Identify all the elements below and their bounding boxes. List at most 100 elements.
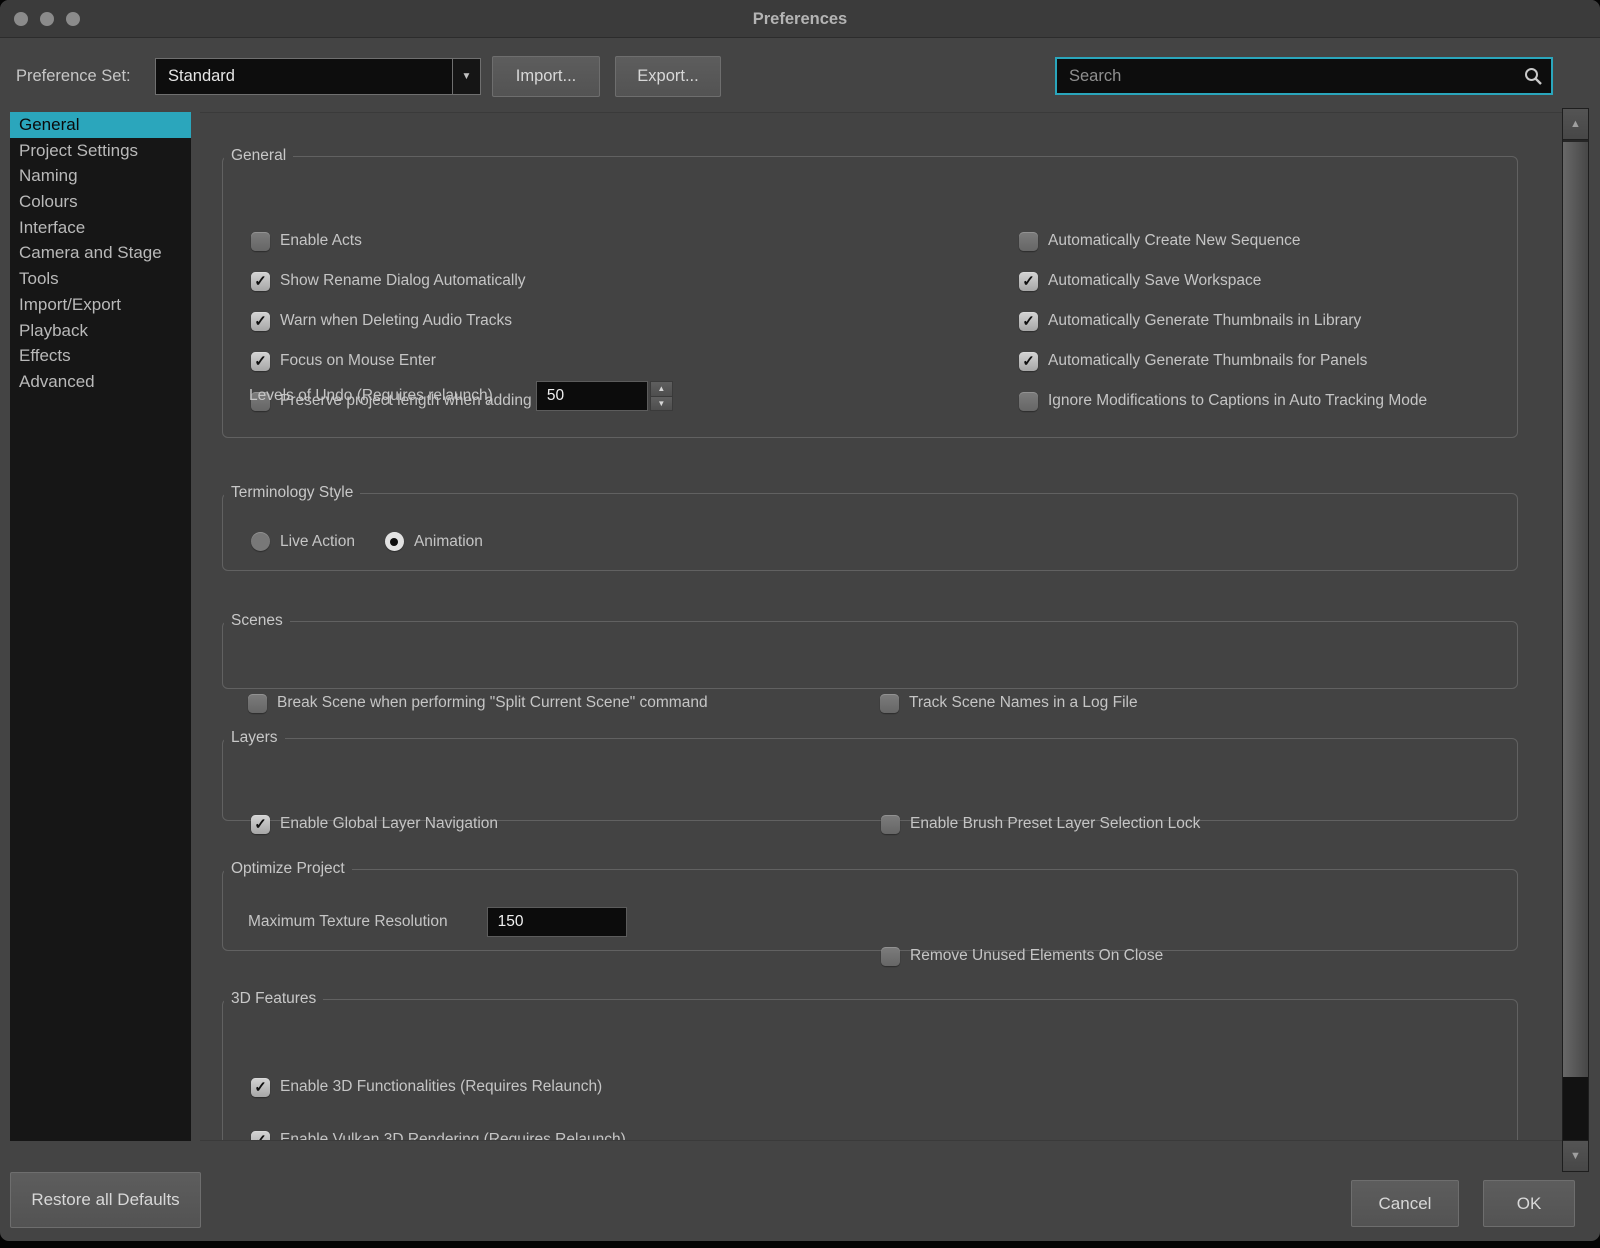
- radio-option-live-action: Live Action: [251, 532, 355, 551]
- checkbox-label: Automatically Generate Thumbnails in Lib…: [1048, 312, 1361, 330]
- sidebar-item-project-settings[interactable]: Project Settings: [10, 138, 191, 164]
- checkbox-row-track-scene-names-in-a-log-file: Track Scene Names in a Log File: [880, 693, 1138, 713]
- terminology-style-section: Terminology Style Live Action Animation: [222, 484, 1518, 571]
- checkbox-label: Warn when Deleting Audio Tracks: [280, 312, 512, 330]
- levels-of-undo-stepper: ▲ ▼: [650, 381, 673, 411]
- 3d-features-section: 3D Features ✓ Enable 3D Functionalities (…: [222, 990, 1518, 1141]
- levels-of-undo-input[interactable]: [536, 381, 648, 411]
- search-icon: [1523, 66, 1543, 86]
- scenes-section-title: Scenes: [224, 612, 290, 630]
- checkbox-label: Show Rename Dialog Automatically: [280, 272, 526, 290]
- checkbox-row-enable-3d-functionalities-requires-relaunch: ✓ Enable 3D Functionalities (Requires Rel…: [251, 1077, 602, 1097]
- titlebar: Preferences: [0, 0, 1600, 38]
- scrollbar-down-button[interactable]: ▼: [1563, 1140, 1588, 1171]
- ok-button[interactable]: OK: [1483, 1180, 1575, 1227]
- sidebar-item-playback[interactable]: Playback: [10, 318, 191, 344]
- checkbox-row-warn-when-deleting-audio-tracks: ✓ Warn when Deleting Audio Tracks: [251, 311, 512, 331]
- layers-section-title: Layers: [224, 729, 285, 747]
- checkbox-automatically-save-workspace[interactable]: ✓: [1019, 272, 1038, 291]
- checkbox-row-automatically-create-new-sequence: Automatically Create New Sequence: [1019, 231, 1300, 251]
- checkbox-enable-brush-preset-layer-selection-lock[interactable]: [881, 815, 900, 834]
- checkbox-label: Remove Unused Elements On Close: [910, 947, 1163, 965]
- checkbox-row-remove-unused-elements-on-close: Remove Unused Elements On Close: [881, 946, 1163, 966]
- import-button[interactable]: Import...: [492, 56, 600, 97]
- optimize-project-section: Optimize Project Maximum Texture Resolut…: [222, 860, 1518, 951]
- checkbox-enable-global-layer-navigation[interactable]: ✓: [251, 815, 270, 834]
- checkbox-row-enable-brush-preset-layer-selection-lock: Enable Brush Preset Layer Selection Lock: [881, 814, 1200, 834]
- general-section: General Enable Acts ✓ Show Rename Dialog A…: [222, 147, 1518, 438]
- checkbox-automatically-generate-thumbnails-in-library[interactable]: ✓: [1019, 312, 1038, 331]
- sidebar-item-import-export[interactable]: Import/Export: [10, 292, 191, 318]
- checkbox-warn-when-deleting-audio-tracks[interactable]: ✓: [251, 312, 270, 331]
- checkbox-automatically-generate-thumbnails-for-panels[interactable]: ✓: [1019, 352, 1038, 371]
- stepper-down-button[interactable]: ▼: [650, 397, 673, 412]
- checkbox-label: Ignore Modifications to Captions in Auto…: [1048, 392, 1427, 410]
- radio-animation[interactable]: [385, 532, 404, 551]
- checkbox-remove-unused-elements-on-close[interactable]: [881, 947, 900, 966]
- max-texture-resolution-label: Maximum Texture Resolution: [248, 913, 448, 931]
- checkbox-label: Automatically Save Workspace: [1048, 272, 1261, 290]
- sidebar-item-general[interactable]: General: [10, 112, 191, 138]
- sidebar-item-tools[interactable]: Tools: [10, 266, 191, 292]
- checkbox-row-break-scene-when-performing-split-current-scene-command: Break Scene when performing "Split Curre…: [248, 693, 708, 713]
- checkbox-show-rename-dialog-automatically[interactable]: ✓: [251, 272, 270, 291]
- checkbox-track-scene-names-in-a-log-file[interactable]: [880, 694, 899, 713]
- checkbox-ignore-modifications-to-captions-in-auto-tracking-mode[interactable]: [1019, 392, 1038, 411]
- checkbox-row-automatically-generate-thumbnails-in-library: ✓ Automatically Generate Thumbnails in Li…: [1019, 311, 1361, 331]
- checkbox-label: Enable 3D Functionalities (Requires Rela…: [280, 1078, 602, 1096]
- radio-live-action[interactable]: [251, 532, 270, 551]
- levels-of-undo-label: Levels of Undo (Requires relaunch): [249, 387, 493, 405]
- preferences-window: Preferences Preference Set: Standard ▼ I…: [0, 0, 1600, 1241]
- checkbox-focus-on-mouse-enter[interactable]: ✓: [251, 352, 270, 371]
- general-section-title: General: [224, 147, 293, 165]
- checkbox-row-ignore-modifications-to-captions-in-auto-tracking-mode: Ignore Modifications to Captions in Auto…: [1019, 391, 1427, 411]
- sidebar-item-advanced[interactable]: Advanced: [10, 369, 191, 395]
- checkbox-label: Enable Brush Preset Layer Selection Lock: [910, 815, 1200, 833]
- checkbox-automatically-create-new-sequence[interactable]: [1019, 232, 1038, 251]
- checkbox-row-enable-vulkan-3d-rendering-requires-relaunch: ✓ Enable Vulkan 3D Rendering (Requires Re…: [251, 1130, 626, 1141]
- layers-section: Layers ✓Enable Global Layer NavigationEn…: [222, 729, 1518, 821]
- terminology-style-title: Terminology Style: [224, 484, 360, 502]
- optimize-project-title: Optimize Project: [224, 860, 352, 878]
- search-input[interactable]: [1057, 59, 1551, 93]
- sidebar-item-colours[interactable]: Colours: [10, 189, 191, 215]
- scrollbar-thumb[interactable]: [1563, 142, 1588, 1077]
- checkbox-enable-3d-functionalities-requires-relaunch[interactable]: ✓: [251, 1078, 270, 1097]
- window-title: Preferences: [0, 0, 1600, 38]
- radio-label: Animation: [414, 533, 483, 551]
- checkbox-row-enable-acts: Enable Acts: [251, 231, 362, 251]
- checkbox-row-enable-global-layer-navigation: ✓ Enable Global Layer Navigation: [251, 814, 498, 834]
- preference-set-value: Standard: [156, 59, 452, 94]
- radio-label: Live Action: [280, 533, 355, 551]
- checkbox-break-scene-when-performing-split-current-scene-command[interactable]: [248, 694, 267, 713]
- checkbox-row-focus-on-mouse-enter: ✓ Focus on Mouse Enter: [251, 351, 436, 371]
- checkbox-label: Enable Global Layer Navigation: [280, 815, 498, 833]
- cancel-button[interactable]: Cancel: [1351, 1180, 1459, 1227]
- sidebar-item-camera-and-stage[interactable]: Camera and Stage: [10, 240, 191, 266]
- checkbox-enable-acts[interactable]: [251, 232, 270, 251]
- scenes-section: Scenes Break Scene when performing "Spli…: [222, 612, 1518, 689]
- checkbox-label: Enable Vulkan 3D Rendering (Requires Rel…: [280, 1131, 626, 1141]
- sidebar-item-effects[interactable]: Effects: [10, 343, 191, 369]
- vertical-scrollbar[interactable]: ▲ ▼: [1562, 108, 1589, 1172]
- scrollbar-track[interactable]: [1563, 1077, 1588, 1140]
- search-field: [1055, 57, 1553, 95]
- radio-dot: [390, 538, 398, 546]
- checkbox-row-automatically-generate-thumbnails-for-panels: ✓Automatically Generate Thumbnails for P…: [1019, 351, 1367, 371]
- 3d-features-title: 3D Features: [224, 990, 323, 1008]
- preference-set-label: Preference Set:: [16, 58, 131, 95]
- restore-defaults-button[interactable]: Restore all Defaults: [10, 1172, 201, 1228]
- sidebar-item-naming[interactable]: Naming: [10, 163, 191, 189]
- checkbox-label: Automatically Create New Sequence: [1048, 232, 1300, 250]
- levels-of-undo-row: Levels of Undo (Requires relaunch) ▲ ▼: [249, 381, 673, 411]
- checkbox-enable-vulkan-3d-rendering-requires-relaunch[interactable]: ✓: [251, 1131, 270, 1142]
- scrollbar-up-button[interactable]: ▲: [1563, 109, 1588, 140]
- export-button[interactable]: Export...: [615, 56, 721, 97]
- checkbox-label: Track Scene Names in a Log File: [909, 694, 1138, 712]
- stepper-up-button[interactable]: ▲: [650, 381, 673, 397]
- max-texture-resolution-row: Maximum Texture Resolution: [248, 907, 627, 937]
- preference-set-select[interactable]: Standard ▼: [155, 58, 481, 95]
- max-texture-resolution-input[interactable]: [487, 907, 627, 937]
- sidebar-item-interface[interactable]: Interface: [10, 215, 191, 241]
- checkbox-label: Focus on Mouse Enter: [280, 352, 436, 370]
